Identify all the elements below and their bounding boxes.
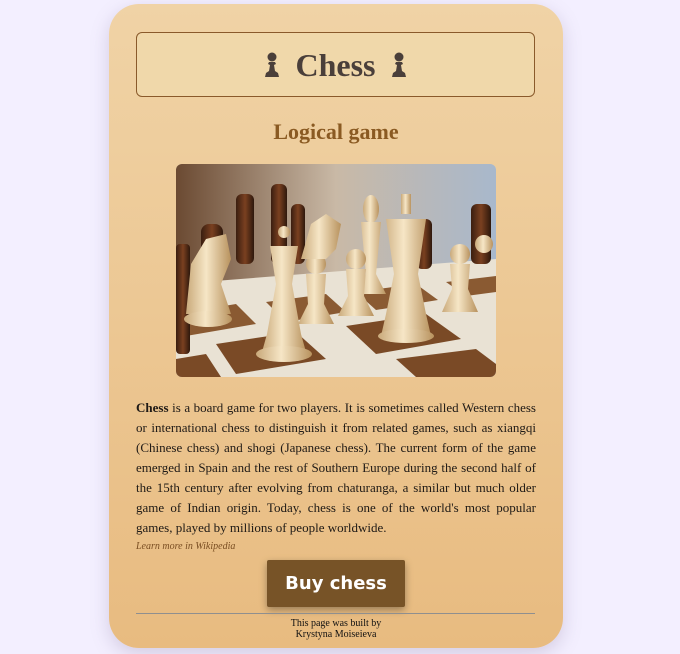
- footer: This page was built by Krystyna Moiseiev…: [109, 618, 563, 640]
- pawn-icon: [390, 52, 408, 78]
- title-box: Chess: [136, 32, 535, 97]
- footer-divider: [136, 613, 535, 614]
- product-card: Chess Logical game Chess is a board game…: [109, 4, 563, 648]
- pawn-icon: [263, 52, 281, 78]
- footer-line-1: This page was built by: [290, 618, 382, 629]
- learn-more-link[interactable]: Learn more in Wikipedia: [136, 541, 235, 552]
- chess-pieces-image: [176, 164, 496, 377]
- footer-line-2: Krystyna Moiseieva: [295, 629, 377, 640]
- description-body: is a board game for two players. It is s…: [136, 400, 536, 535]
- description: Chess is a board game for two players. I…: [136, 398, 536, 538]
- description-lead: Chess: [136, 400, 169, 415]
- buy-chess-button[interactable]: Buy chess: [267, 560, 405, 607]
- page-title-text: Chess: [295, 46, 376, 83]
- chess-photo: [176, 164, 496, 377]
- subtitle: Logical game: [273, 119, 399, 144]
- page-title: Chess: [263, 49, 407, 81]
